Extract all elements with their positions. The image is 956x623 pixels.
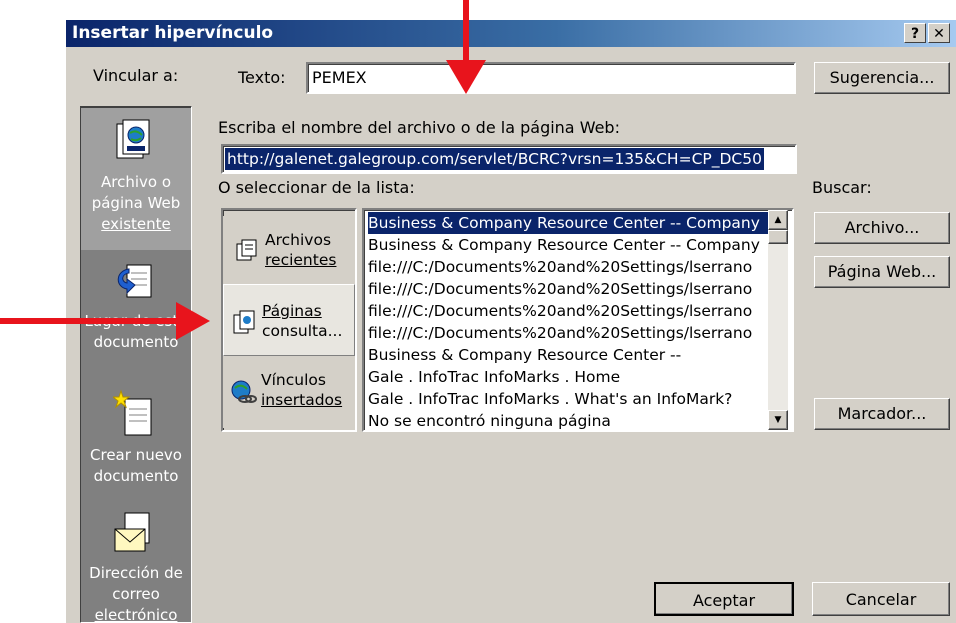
browse-file-button[interactable]: Archivo... — [814, 212, 950, 244]
web-page-file-icon — [116, 119, 150, 159]
sidebar-item-label-2: documento — [93, 467, 179, 485]
address-label: Escriba el nombre del archivo o de la pá… — [218, 118, 620, 137]
sidebar-item-email-address[interactable]: Dirección de correo electrónico — [81, 499, 191, 623]
insert-hyperlink-dialog: Insertar hipervínculo ? ✕ Vincular a: Ar… — [66, 20, 956, 623]
list-item[interactable]: Business & Company Resource Center -- Co… — [368, 234, 770, 256]
sidebar-item-label-1: Lugar de este — [84, 312, 188, 330]
address-input-value: http://galenet.galegroup.com/servlet/BCR… — [225, 148, 764, 170]
list-item[interactable]: Gale . InfoTrac InfoMarks . What's an In… — [368, 388, 770, 410]
list-item[interactable]: file:///C:/Documents%20and%20Settings/ls… — [368, 300, 770, 322]
scroll-thumb[interactable] — [768, 230, 788, 244]
title-bar: Insertar hipervínculo ? ✕ — [66, 20, 956, 47]
sidebar-item-label-1: Crear nuevo — [81, 445, 191, 466]
window-title: Insertar hipervínculo — [72, 23, 274, 43]
sidebar-item-label-3: electrónico — [94, 606, 178, 623]
bookmark-button[interactable]: Marcador... — [814, 398, 950, 430]
browsed-pages-list[interactable]: Business & Company Resource Center -- Co… — [362, 208, 794, 432]
browsed-pages-label-1: Páginas — [262, 302, 322, 320]
sidebar-item-label-text: Crear nuevo — [90, 446, 182, 464]
list-item[interactable]: file:///C:/Documents%20and%20Settings/ls… — [368, 322, 770, 344]
sidebar-item-label-2: documento — [93, 333, 179, 351]
sidebar-item-place-in-document[interactable]: Lugar de este documento — [81, 249, 191, 367]
link-to-sidebar: Archivo o página Web existente Lugar de … — [80, 106, 192, 623]
inserted-links-label-2: insertados — [261, 391, 343, 409]
browse-web-page-button[interactable]: Página Web... — [814, 256, 950, 288]
browsed-pages-tab[interactable]: Páginas consulta... — [223, 284, 355, 356]
suggestion-button[interactable]: Sugerencia... — [814, 62, 950, 94]
sidebar-item-label-1: Archivo o — [100, 173, 172, 191]
text-input-value: PEMEX — [312, 68, 367, 87]
list-item[interactable]: Business & Company Resource Center -- — [368, 344, 770, 366]
list-item[interactable]: file:///C:/Documents%20and%20Settings/ls… — [368, 278, 770, 300]
list-scrollbar[interactable]: ▲ ▼ — [768, 210, 788, 430]
help-button[interactable]: ? — [904, 23, 926, 43]
browsed-pages-label-2: consulta... — [262, 322, 343, 340]
email-envelope-icon — [114, 512, 150, 552]
sidebar-item-label-1: Dirección de — [89, 564, 183, 582]
browsed-pages-icon — [233, 310, 255, 334]
recent-files-icon — [236, 239, 257, 261]
list-item[interactable]: file:///C:/Documents%20and%20Settings/ls… — [368, 256, 770, 278]
recent-files-label-1: Archivos — [265, 231, 332, 249]
ok-button[interactable]: Aceptar — [654, 582, 794, 616]
place-in-document-icon — [117, 264, 152, 298]
text-label: Texto: — [238, 68, 286, 87]
recent-files-tab[interactable]: Archivos recientes — [223, 216, 355, 288]
list-item[interactable]: No se encontró ninguna página — [368, 410, 770, 430]
inserted-links-icon — [231, 380, 257, 403]
inserted-links-tab[interactable]: Vínculos insertados — [223, 356, 355, 428]
close-button[interactable]: ✕ — [928, 23, 950, 43]
new-document-icon — [113, 389, 152, 436]
sidebar-item-label-2: página Web — [91, 194, 181, 212]
list-item[interactable]: Gale . InfoTrac InfoMarks . Home — [368, 366, 770, 388]
sidebar-item-existing-file[interactable]: Archivo o página Web existente — [81, 107, 191, 250]
address-input[interactable]: http://galenet.galegroup.com/servlet/BCR… — [221, 144, 797, 174]
list-item[interactable]: Business & Company Resource Center -- Co… — [368, 212, 770, 234]
inserted-links-label-1: Vínculos — [261, 371, 326, 389]
scroll-down-arrow-icon[interactable]: ▼ — [768, 410, 788, 430]
link-to-label: Vincular a: — [93, 66, 179, 85]
browse-label: Buscar: — [812, 178, 872, 197]
recent-files-label-2: recientes — [265, 251, 337, 269]
sidebar-item-label-2: correo — [112, 585, 160, 603]
sidebar-item-new-document[interactable]: Crear nuevo documento — [81, 375, 191, 493]
text-input[interactable]: PEMEX — [306, 62, 796, 94]
cancel-button[interactable]: Cancelar — [812, 582, 950, 616]
list-label: O seleccionar de la lista: — [218, 178, 415, 197]
scroll-up-arrow-icon[interactable]: ▲ — [768, 210, 788, 230]
sidebar-item-label-3: existente — [101, 215, 171, 233]
